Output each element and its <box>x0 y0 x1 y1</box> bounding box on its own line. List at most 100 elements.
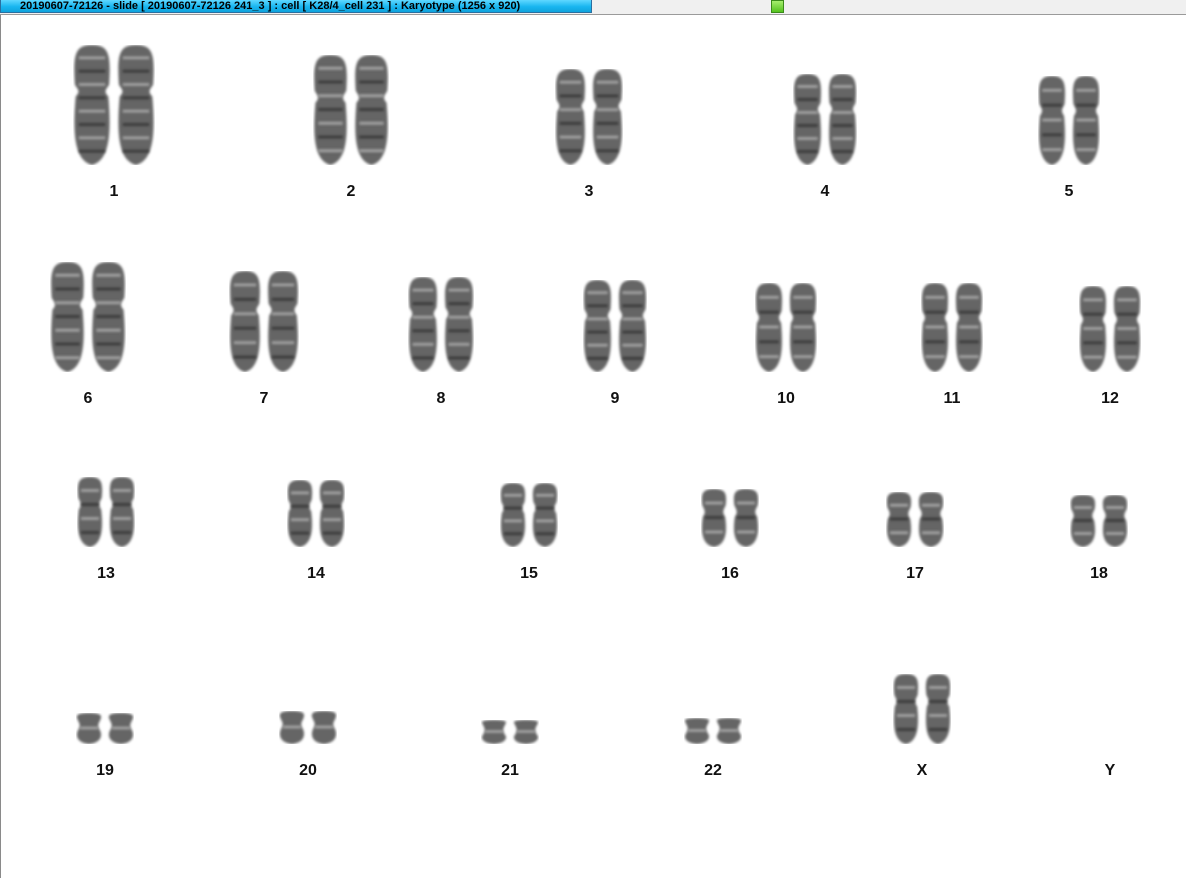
chromosome-pair-21[interactable] <box>481 720 539 744</box>
chromosome-band <box>832 150 853 153</box>
chromosome-13-1[interactable] <box>77 477 103 547</box>
chromosome-band <box>412 302 434 306</box>
chromosome-pair-5[interactable] <box>1038 75 1100 165</box>
chromosome-pair-12[interactable] <box>1079 286 1141 372</box>
chromosome-band <box>1076 148 1096 152</box>
chromosome-pair-17[interactable] <box>886 492 944 547</box>
chromosome-pair-1[interactable] <box>73 45 155 165</box>
chromosome-4-2[interactable] <box>828 74 857 165</box>
chromosome-pair-22[interactable] <box>684 718 742 744</box>
chromosome-band <box>759 295 779 299</box>
chromosome-pair-4[interactable] <box>793 74 857 165</box>
chromosome-10-2[interactable] <box>789 283 817 372</box>
chromosome-7-1[interactable] <box>230 271 260 372</box>
chromosome-pair-20[interactable] <box>279 711 337 744</box>
chromosome-pair-15[interactable] <box>500 483 558 547</box>
chromosome-pair-7[interactable] <box>229 271 299 372</box>
chromosome-band <box>233 355 257 359</box>
chromosome-band <box>359 108 384 111</box>
chromosome-3-1[interactable] <box>556 69 585 165</box>
chromosome-pair-9[interactable] <box>583 280 647 372</box>
chromosome-20-1[interactable] <box>279 711 305 744</box>
chromosome-x-1[interactable] <box>893 674 919 744</box>
chromosome-1-2[interactable] <box>118 45 154 165</box>
chromosome-8-2[interactable] <box>445 277 473 372</box>
chromosome-12-1[interactable] <box>1079 286 1107 372</box>
chromosome-band <box>1042 103 1062 107</box>
chromosome-band <box>55 356 80 360</box>
chromosome-8-1[interactable] <box>409 277 437 372</box>
chromosome-pair-18[interactable] <box>1070 495 1128 547</box>
chromosome-pair-11[interactable] <box>921 283 983 372</box>
chromosome-band <box>80 503 100 506</box>
chromosome-x-2[interactable] <box>925 674 951 744</box>
window-title-tab[interactable]: 20190607-72126 - slide [ 20190607-72126 … <box>0 0 592 13</box>
chromosome-11-2[interactable] <box>955 283 983 372</box>
chromosome-pair-6[interactable] <box>50 262 126 372</box>
chromosome-17-1[interactable] <box>886 492 912 547</box>
chromosome-band <box>759 310 779 314</box>
chromosome-body <box>118 45 154 165</box>
chromosome-band <box>925 340 945 344</box>
chromosome-pair-8[interactable] <box>408 277 474 372</box>
chromosome-20-2[interactable] <box>311 711 337 744</box>
chromosome-pair-19[interactable] <box>76 713 134 744</box>
chromosome-18-2[interactable] <box>1102 495 1128 547</box>
chromosome-pair-14[interactable] <box>287 480 345 547</box>
chromosome-5-2[interactable] <box>1072 75 1100 165</box>
chromosome-9-1[interactable] <box>583 280 612 372</box>
chromosome-6-2[interactable] <box>92 262 125 372</box>
chromosome-body <box>77 477 103 547</box>
chromosome-2-1[interactable] <box>314 55 347 165</box>
chromosome-21-2[interactable] <box>513 720 539 744</box>
chromosome-14-1[interactable] <box>287 480 313 547</box>
chromosome-band <box>959 310 979 314</box>
chromosome-band <box>79 726 99 730</box>
chromosome-pair-graphic <box>556 69 622 165</box>
chromosome-band <box>78 56 106 60</box>
chromosome-11-1[interactable] <box>921 283 949 372</box>
chromosome-band <box>80 531 100 534</box>
chromosome-19-2[interactable] <box>108 713 134 744</box>
chromosome-17-2[interactable] <box>918 492 944 547</box>
chromosome-13-2[interactable] <box>109 477 135 547</box>
chromosome-6-1[interactable] <box>51 262 84 372</box>
chromosome-band <box>793 325 813 329</box>
chromosome-14-2[interactable] <box>319 480 345 547</box>
chromosome-2-2[interactable] <box>355 55 388 165</box>
chromosome-15-1[interactable] <box>500 483 526 547</box>
chromosome-15-2[interactable] <box>532 483 558 547</box>
chromosome-band <box>271 312 295 316</box>
chromosome-21-1[interactable] <box>481 720 507 744</box>
chromosome-pair-3[interactable] <box>555 69 623 165</box>
chromosome-label-18: 18 <box>1090 565 1108 582</box>
chromosome-band <box>484 730 504 733</box>
chromosome-16-2[interactable] <box>733 489 759 547</box>
chromosome-band <box>535 506 555 510</box>
chromosome-5-1[interactable] <box>1038 75 1066 165</box>
chromosome-9-2[interactable] <box>618 280 647 372</box>
chromosome-4-1[interactable] <box>793 74 822 165</box>
chromosome-pair-10[interactable] <box>755 283 817 372</box>
chromosome-band <box>559 135 582 139</box>
chromosome-pair-2[interactable] <box>313 55 389 165</box>
chromosome-1-1[interactable] <box>74 45 110 165</box>
chromosome-pair-13[interactable] <box>77 477 135 547</box>
chromosome-band <box>596 94 619 98</box>
chromosome-pair-x[interactable] <box>893 674 951 744</box>
chromosome-10-1[interactable] <box>755 283 783 372</box>
chromosome-12-2[interactable] <box>1113 286 1141 372</box>
chromosome-band <box>55 287 80 291</box>
chromosome-16-1[interactable] <box>701 489 727 547</box>
chromosome-3-2[interactable] <box>593 69 622 165</box>
chromosome-band <box>55 342 80 346</box>
chromosome-band <box>78 123 106 126</box>
chromosome-19-1[interactable] <box>76 713 102 744</box>
chromosome-22-1[interactable] <box>684 718 710 744</box>
chromosome-22-2[interactable] <box>716 718 742 744</box>
chromosome-7-2[interactable] <box>268 271 298 372</box>
chromosome-pair-16[interactable] <box>701 489 759 547</box>
chromosome-band <box>412 356 434 360</box>
chromosome-pair-y[interactable] <box>1081 722 1139 744</box>
chromosome-18-1[interactable] <box>1070 495 1096 547</box>
